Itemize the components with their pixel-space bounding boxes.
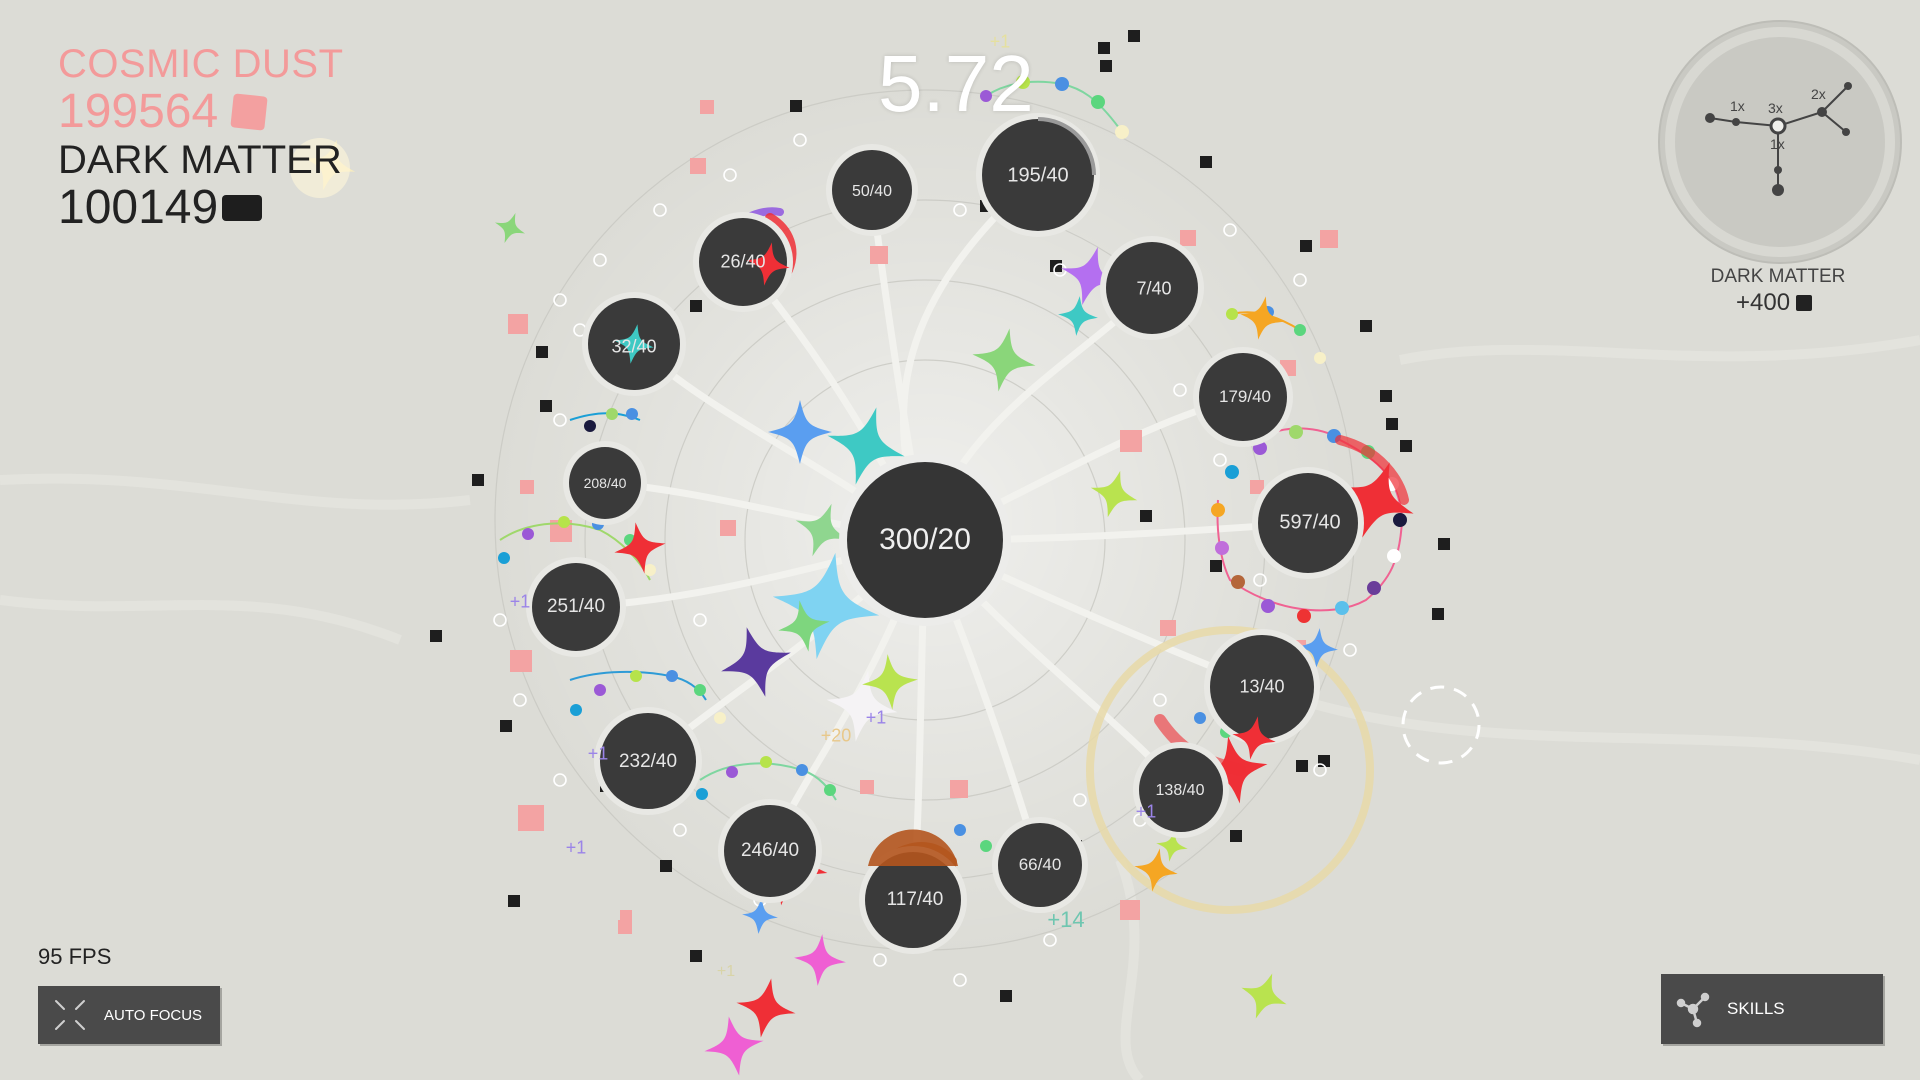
minimap-multiplier: 1x (1770, 136, 1785, 152)
skill-minimap[interactable]: 1x 3x 2x 1x (1658, 20, 1902, 264)
cosmic-dust-counter: 199564 (58, 84, 268, 139)
minimap-title: DARK MATTER (1710, 266, 1846, 287)
minimap-gain: +400 (1736, 289, 1813, 317)
skills-label: SKILLS (1727, 999, 1785, 1018)
crosshair-icon (50, 995, 90, 1035)
cosmic-dust-icon (230, 92, 268, 131)
node-195[interactable] (976, 113, 1100, 237)
dark-matter-value: 100149 (58, 181, 219, 234)
node-138[interactable] (1133, 742, 1229, 838)
minimap-multiplier: 1x (1730, 98, 1745, 114)
node-208[interactable] (563, 441, 647, 525)
minimap-multiplier: 3x (1768, 100, 1783, 116)
fps-counter: 95 FPS (38, 944, 112, 969)
dark-matter-icon (1796, 295, 1813, 311)
node-232[interactable] (594, 707, 702, 815)
minimap-multiplier: 2x (1811, 86, 1826, 102)
auto-focus-label: AUTO FOCUS (104, 1006, 203, 1024)
cosmic-dust-value: 199564 (58, 85, 219, 138)
node-246[interactable] (718, 799, 822, 903)
node-7[interactable] (1100, 236, 1204, 340)
node-13[interactable] (1204, 629, 1320, 745)
node-50[interactable] (826, 144, 918, 236)
node-179[interactable] (1193, 347, 1293, 447)
dark-matter-gain: +400 (1736, 289, 1791, 316)
auto-focus-button[interactable]: AUTO FOCUS (38, 986, 220, 1044)
dark-matter-icon (222, 194, 263, 221)
cosmic-dust-label: COSMIC DUST (58, 42, 344, 86)
skill-tree-icon (1673, 989, 1713, 1029)
dark-matter-label: DARK MATTER (58, 138, 342, 182)
node-66[interactable] (992, 817, 1088, 913)
core-node[interactable] (839, 454, 1011, 626)
node-251[interactable] (526, 557, 626, 657)
round-timer: 5.72 (878, 39, 1034, 128)
dark-matter-counter: 100149 (58, 180, 263, 235)
node-597[interactable] (1252, 467, 1364, 579)
skills-button[interactable]: SKILLS (1661, 974, 1883, 1044)
